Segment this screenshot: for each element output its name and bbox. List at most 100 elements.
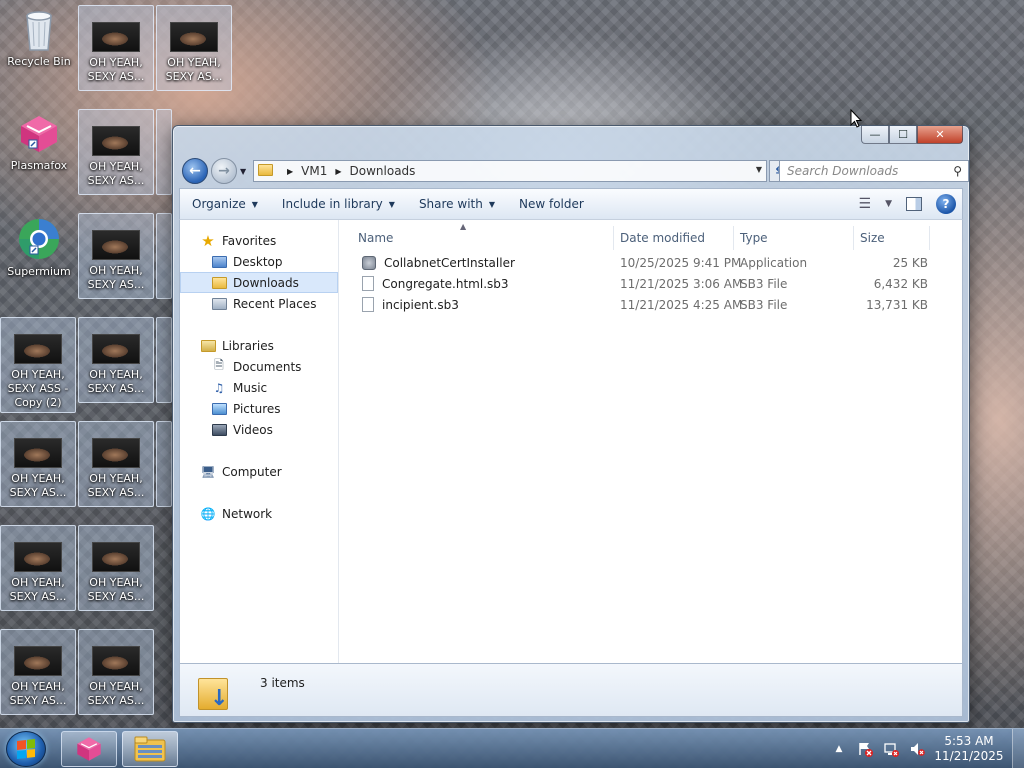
network-icon: 🌐	[200, 506, 216, 521]
supermium-shortcut[interactable]: Supermium	[2, 216, 76, 279]
show-hidden-icons-icon[interactable]: ▲	[830, 740, 848, 758]
desktop-file-tile[interactable]: OH YEAH, SEXY AS...	[78, 525, 154, 611]
desktop-file-tile-copy[interactable]: OH YEAH, SEXY ASS - Copy (2)	[0, 317, 76, 413]
supermium-icon	[19, 219, 59, 259]
recycle-bin-icon	[26, 11, 52, 51]
plasmafox-shortcut[interactable]: Plasmafox	[2, 112, 76, 173]
address-dropdown-icon[interactable]: ▼	[756, 165, 762, 174]
recycle-bin-label: Recycle Bin	[7, 55, 71, 68]
desktop-file-tile[interactable]	[156, 109, 172, 195]
mouse-cursor-icon	[850, 109, 862, 128]
include-in-library-button[interactable]: Include in library ▼	[270, 189, 407, 219]
close-button[interactable]: ✕	[917, 126, 963, 144]
address-bar[interactable]: ▶ VM1 ▶ Downloads ▼	[253, 160, 767, 182]
videos-icon	[211, 423, 227, 437]
desktop-file-tile[interactable]: OH YEAH, SEXY AS...	[0, 525, 76, 611]
desktop-file-tile[interactable]: OH YEAH, SEXY AS...	[78, 5, 154, 91]
application-icon	[362, 255, 376, 270]
plasmafox-icon	[21, 116, 57, 152]
downloads-folder-icon: ↓	[198, 672, 232, 712]
desktop-icon	[211, 255, 227, 269]
clock[interactable]: 5:53 AM 11/21/2025	[934, 734, 1004, 764]
column-header-date[interactable]: Date modified	[614, 226, 734, 250]
documents-icon: 🗎	[214, 358, 224, 372]
minimize-button[interactable]: —	[861, 126, 889, 144]
search-icon[interactable]: ⚲	[953, 164, 962, 178]
share-with-button[interactable]: Share with ▼	[407, 189, 507, 219]
nav-network[interactable]: 🌐 Network	[180, 503, 338, 524]
more-options-icon[interactable]: ▼	[885, 199, 892, 209]
table-row[interactable]: incipient.sb3 11/21/2025 4:25 AM SB3 Fil…	[340, 294, 962, 315]
plasmafox-label: Plasmafox	[10, 159, 68, 172]
nav-computer[interactable]: 🖥 Computer	[180, 461, 338, 482]
desktop-file-tile[interactable]: OH YEAH, SEXY AS...	[156, 5, 232, 91]
nav-pictures[interactable]: Pictures	[180, 398, 338, 419]
column-header-size[interactable]: Size	[854, 226, 930, 250]
desktop-file-tile[interactable]: OH YEAH, SEXY AS...	[78, 317, 154, 403]
chevron-down-icon: ▼	[388, 199, 395, 209]
start-button[interactable]	[6, 731, 46, 767]
breadcrumb-downloads[interactable]: Downloads	[350, 164, 416, 178]
desktop-file-tile[interactable]: OH YEAH, SEXY AS...	[0, 629, 76, 715]
nav-desktop[interactable]: Desktop	[180, 251, 338, 272]
star-icon: ★	[201, 231, 215, 250]
recycle-bin-shortcut[interactable]: Recycle Bin	[2, 8, 76, 69]
help-icon[interactable]: ?	[936, 194, 956, 214]
breadcrumb-vm1[interactable]: VM1	[301, 164, 327, 178]
preview-pane-icon[interactable]	[906, 197, 922, 211]
table-row[interactable]: Congregate.html.sb3 11/21/2025 3:06 AM S…	[340, 273, 962, 294]
chevron-right-icon[interactable]: ▶	[335, 167, 341, 176]
network-status-icon[interactable]	[882, 740, 900, 758]
forward-button[interactable]: →	[211, 158, 237, 184]
video-thumbnail-icon	[92, 230, 140, 260]
desktop-file-tile[interactable]: OH YEAH, SEXY AS...	[78, 213, 154, 299]
chevron-right-icon[interactable]: ▶	[287, 167, 293, 176]
table-row[interactable]: CollabnetCertInstaller 10/25/2025 9:41 P…	[340, 252, 962, 273]
search-box[interactable]: ⚲	[779, 160, 969, 182]
recent-pages-dropdown-icon[interactable]: ▼	[240, 167, 246, 176]
nav-recent-places[interactable]: Recent Places	[180, 293, 338, 314]
video-thumbnail-icon	[14, 542, 62, 572]
nav-music[interactable]: ♫ Music	[180, 377, 338, 398]
file-size: 25 KB	[892, 255, 928, 270]
organize-button[interactable]: Organize ▼	[180, 189, 270, 219]
video-thumbnail-icon	[92, 334, 140, 364]
new-folder-button[interactable]: New folder	[507, 189, 596, 219]
nav-videos[interactable]: Videos	[180, 419, 338, 440]
desktop-file-tile[interactable]: OH YEAH, SEXY AS...	[78, 629, 154, 715]
back-arrow-icon: ←	[189, 163, 201, 179]
desktop-file-tile[interactable]: OH YEAH, SEXY AS...	[78, 421, 154, 507]
nav-libraries[interactable]: Libraries	[180, 335, 338, 356]
desktop-file-tile[interactable]	[156, 317, 172, 403]
nav-favorites[interactable]: ★ Favorites	[180, 230, 338, 251]
downloads-folder-icon	[211, 276, 227, 290]
column-header-type[interactable]: Type	[734, 226, 854, 250]
content-area: ★ Favorites Desktop Downloads Recent Pla…	[179, 220, 963, 663]
volume-muted-icon[interactable]	[908, 740, 926, 758]
clock-time: 5:53 AM	[944, 734, 994, 748]
plasmafox-icon	[77, 737, 101, 761]
video-thumbnail-icon	[92, 646, 140, 676]
nav-documents[interactable]: 🗎 Documents	[180, 356, 338, 377]
nav-downloads[interactable]: Downloads	[180, 272, 338, 293]
desktop-file-tile[interactable]	[156, 421, 172, 507]
taskbar-explorer-button[interactable]	[122, 731, 178, 767]
search-input[interactable]	[787, 164, 937, 178]
change-view-button[interactable]: ☰	[859, 196, 872, 212]
music-icon: ♫	[213, 380, 225, 395]
explorer-window[interactable]: — ☐ ✕ ← → ▼ ▶ VM1 ▶ Downloads ▼ ⇆ ⚲ Orga…	[172, 125, 970, 723]
system-tray: ▲ 5:53 AM 11/21/2025	[830, 729, 1024, 768]
desktop-file-tile[interactable]: OH YEAH, SEXY AS...	[78, 109, 154, 195]
desktop-file-tile[interactable]: OH YEAH, SEXY AS...	[0, 421, 76, 507]
pictures-icon	[211, 402, 227, 416]
column-header-name[interactable]: ▲ Name	[340, 222, 614, 250]
caption-buttons: — ☐ ✕	[861, 126, 963, 144]
show-desktop-button[interactable]	[1012, 729, 1024, 768]
action-center-icon[interactable]	[856, 740, 874, 758]
taskbar-plasmafox-button[interactable]	[61, 731, 117, 767]
file-date: 11/21/2025 4:25 AM	[620, 297, 743, 312]
video-thumbnail-icon	[92, 126, 140, 156]
maximize-button[interactable]: ☐	[889, 126, 917, 144]
back-button[interactable]: ←	[182, 158, 208, 184]
desktop-file-tile[interactable]	[156, 213, 172, 299]
